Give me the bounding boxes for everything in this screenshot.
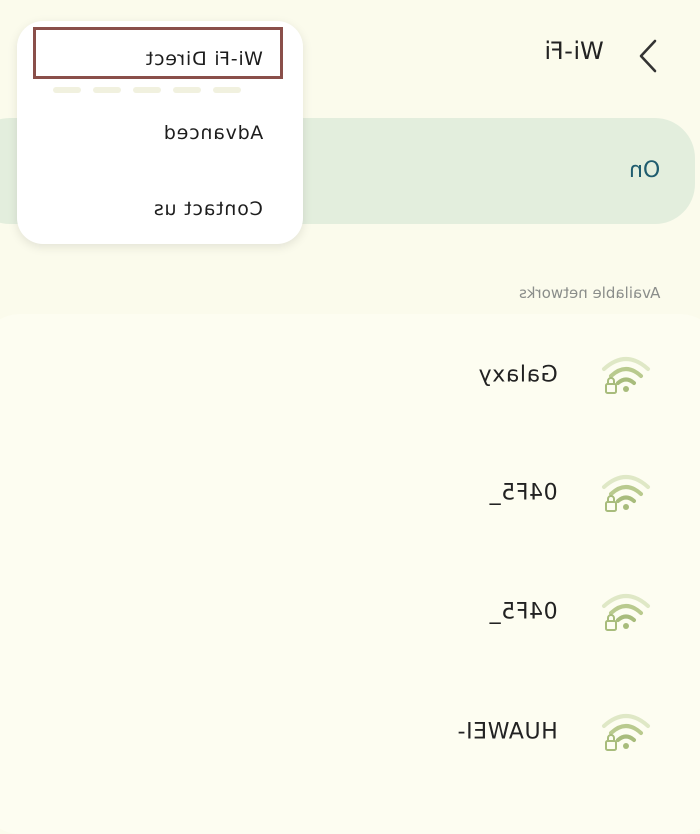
network-item-galaxy[interactable]: Galaxy [0,335,700,415]
wifi-lock-icon [602,357,650,394]
menu-item-label: Contact us [153,198,263,220]
wifi-lock-icon [602,475,650,512]
network-item-04f5[interactable]: 04F5_ [0,453,700,533]
overflow-menu: Wi-Fi Direct Advanced Contact us [17,21,303,244]
menu-item-label: Wi-Fi Direct [145,48,263,70]
network-item-huawei[interactable]: HUAWEI- [0,692,700,772]
available-networks-header: Available networks [518,284,660,302]
back-button[interactable] [626,34,670,78]
network-ssid: 04F5_ [489,599,558,625]
network-ssid: Galaxy [478,362,558,388]
network-ssid: HUAWEI- [457,719,558,745]
wifi-toggle-state: On [628,158,660,183]
menu-divider [53,87,253,95]
wifi-lock-icon [602,714,650,751]
chevron-left-icon [639,39,657,73]
network-ssid: 04F5_ [489,480,558,506]
menu-item-label: Advanced [162,122,263,144]
menu-item-advanced[interactable]: Advanced [17,103,303,163]
page-title: Wi-Fi [544,37,604,65]
wifi-lock-icon [602,594,650,631]
menu-item-contact-us[interactable]: Contact us [17,179,303,239]
menu-item-wifi-direct[interactable]: Wi-Fi Direct [17,29,303,89]
network-item-04f5[interactable]: 04F5_ [0,572,700,652]
